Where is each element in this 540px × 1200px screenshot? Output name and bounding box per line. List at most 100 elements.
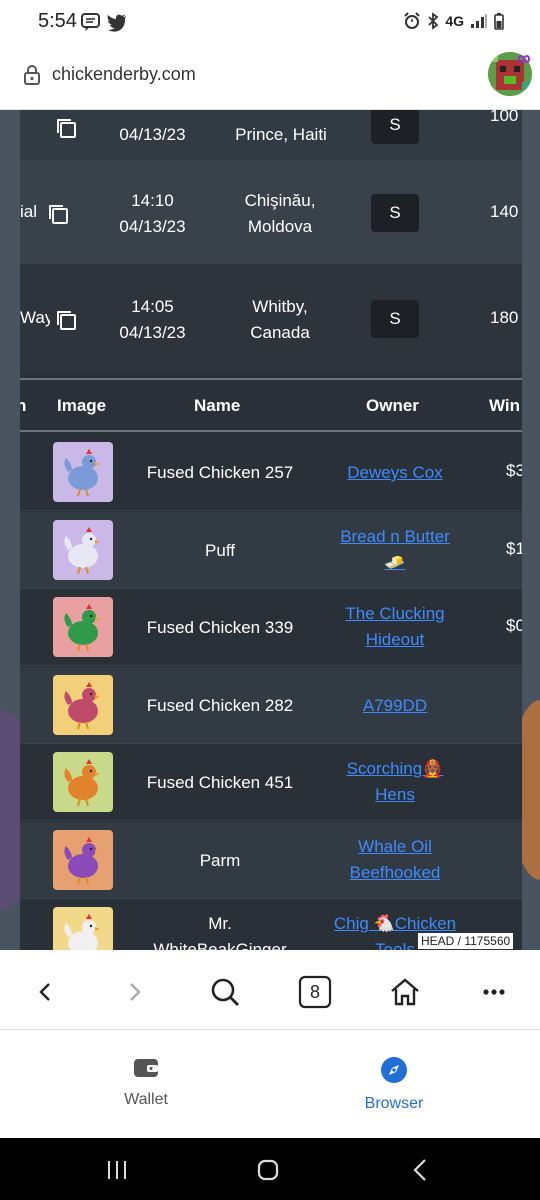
twitter-icon: [107, 14, 126, 32]
address-bar[interactable]: chickenderby.com: [0, 44, 540, 110]
race-location-country: Canada: [250, 323, 310, 342]
owner-link-line[interactable]: Deweys Cox: [320, 460, 470, 486]
chicken-name-line: Mr.: [208, 914, 232, 933]
chicken-name-line: Fused Chicken 257: [146, 463, 294, 482]
bluetooth-icon: [428, 12, 439, 30]
race-distance-badge: S: [371, 110, 419, 144]
chicken-row[interactable]: Fused Chicken 339 The Clucking Hideout $0: [20, 589, 522, 666]
chicken-name: Fused Chicken 257: [130, 460, 310, 486]
owner-link[interactable]: Bread n Butter 🧈: [320, 524, 470, 576]
chicken-image[interactable]: [53, 597, 113, 657]
column-header-owner: Owner: [366, 396, 419, 415]
chicken-row[interactable]: Fused Chicken 282 A799DD: [20, 666, 522, 744]
owner-link-line[interactable]: 🧈: [320, 550, 470, 576]
column-header-image: Image: [57, 396, 107, 415]
chevron-left-icon[interactable]: [25, 972, 65, 1012]
owner-link[interactable]: A799DD: [320, 693, 470, 719]
owner-link-line[interactable]: The Clucking: [320, 601, 470, 627]
race-row[interactable]: ial 14:10 04/13/23 Chişinău, Moldova S 1…: [20, 160, 522, 264]
owner-link-line[interactable]: Hideout: [320, 627, 470, 653]
wallet-icon: [134, 1059, 158, 1077]
race-row[interactable]: Way 14:05 04/13/23 Whitby, Canada S 180: [20, 264, 522, 374]
copy-icon[interactable]: [54, 116, 78, 145]
more-dots-icon[interactable]: [474, 972, 514, 1012]
nav-wallet-label: Wallet: [124, 1091, 168, 1108]
compass-icon: [381, 1057, 407, 1083]
owner-link[interactable]: Deweys Cox: [320, 460, 470, 486]
system-navigation-bar: [0, 1138, 540, 1200]
race-name: Way: [20, 308, 50, 327]
owner-link-line[interactable]: Scorching🧑🏾‍🚒: [320, 756, 470, 782]
chicken-name: Fused Chicken 451: [130, 770, 310, 796]
race-fee: 100: [490, 110, 519, 125]
chicken-name-line: Fused Chicken 282: [146, 695, 294, 715]
column-header: n: [20, 396, 27, 415]
chicken-row[interactable]: Fused Chicken 257 Deweys Cox $3: [20, 434, 522, 511]
back-button-icon[interactable]: [400, 1156, 440, 1184]
app-bottom-nav: Wallet Browser: [0, 1030, 540, 1138]
owner-link[interactable]: Whale Oil Beefhooked: [320, 834, 470, 886]
chicken-name: Fused Chicken 339: [130, 615, 310, 641]
nav-wallet[interactable]: Wallet: [76, 1056, 216, 1109]
recent-apps-icon[interactable]: [97, 1156, 137, 1184]
race-date: 04/13/23: [119, 217, 186, 236]
race-fee: 180: [490, 308, 519, 327]
race-date: 04/13/23: [119, 323, 186, 342]
chicken-image[interactable]: [53, 829, 113, 890]
race-location: Chişinău,: [244, 191, 316, 210]
win-amount: $0: [506, 616, 522, 635]
owner-link-line[interactable]: Beefhooked: [320, 860, 470, 886]
status-time: 5:54: [38, 10, 77, 32]
race-time: 14:10: [131, 191, 174, 210]
signal-icon: [471, 14, 487, 28]
search-icon[interactable]: [205, 972, 245, 1012]
home-button-icon[interactable]: [248, 1156, 288, 1184]
column-header-win: Win: [489, 396, 521, 415]
owner-link[interactable]: Scorching🧑🏾‍🚒 Hens: [320, 756, 470, 808]
owner-link-line[interactable]: A799DD: [320, 693, 470, 719]
chicken-row[interactable]: Puff Bread n Butter 🧈 $1: [20, 511, 522, 589]
win-amount: $3: [506, 461, 522, 480]
chicken-name: Parm: [130, 848, 310, 874]
home-icon[interactable]: [385, 972, 425, 1012]
chicken-name: Fused Chicken 282: [130, 693, 310, 719]
infinity-badge-icon: [517, 55, 531, 63]
owner-link-line[interactable]: Bread n Butter: [320, 524, 470, 550]
nav-browser-label: Browser: [364, 1095, 424, 1112]
chicken-image[interactable]: [53, 674, 113, 735]
owner-link-line[interactable]: Whale Oil: [320, 834, 470, 860]
owner-link[interactable]: The Clucking Hideout: [320, 601, 470, 653]
chicken-name-line: Puff: [205, 540, 235, 560]
table-header: n Image Name Owner Win: [20, 378, 522, 432]
url-text[interactable]: chickenderby.com: [52, 64, 196, 85]
tabs-button[interactable]: 8: [295, 972, 335, 1012]
race-location: Prince, Haiti: [235, 125, 327, 144]
race-distance-badge: S: [371, 194, 419, 232]
race-row[interactable]: 04/13/23 Prince, Haiti S 100: [20, 110, 522, 160]
chicken-name-line: Fused Chicken 451: [146, 773, 294, 792]
chicken-image[interactable]: [53, 442, 113, 502]
column-header-name: Name: [194, 396, 241, 415]
chevron-right-icon[interactable]: [115, 972, 155, 1012]
battery-icon: [494, 13, 504, 30]
chicken-row[interactable]: Fused Chicken 451 Scorching🧑🏾‍🚒 Hens: [20, 744, 522, 821]
win-amount: $1: [506, 538, 522, 558]
chicken-name: Puff: [130, 538, 310, 564]
owner-link-line[interactable]: Hens: [320, 782, 470, 808]
message-icon: [81, 13, 100, 31]
chicken-image[interactable]: [53, 752, 113, 812]
chicken-image[interactable]: [53, 907, 113, 950]
network-type: 4G: [445, 13, 464, 29]
nav-browser[interactable]: Browser: [324, 1056, 464, 1113]
chicken-row[interactable]: Parm Whale Oil Beefhooked: [20, 821, 522, 899]
web-content[interactable]: 04/13/23 Prince, Haiti S 100 ial 14:10 0…: [0, 110, 540, 950]
race-name: ial: [20, 202, 38, 221]
race-fee: 140: [490, 202, 519, 221]
head-badge: HEAD / 1175560: [418, 933, 514, 949]
race-location-country: Moldova: [247, 217, 313, 236]
race-time: 14:05: [131, 297, 174, 316]
chicken-image[interactable]: [53, 519, 113, 580]
copy-icon[interactable]: [54, 308, 78, 337]
copy-icon[interactable]: [46, 202, 70, 231]
chicken-name-line: Fused Chicken 339: [146, 618, 294, 637]
